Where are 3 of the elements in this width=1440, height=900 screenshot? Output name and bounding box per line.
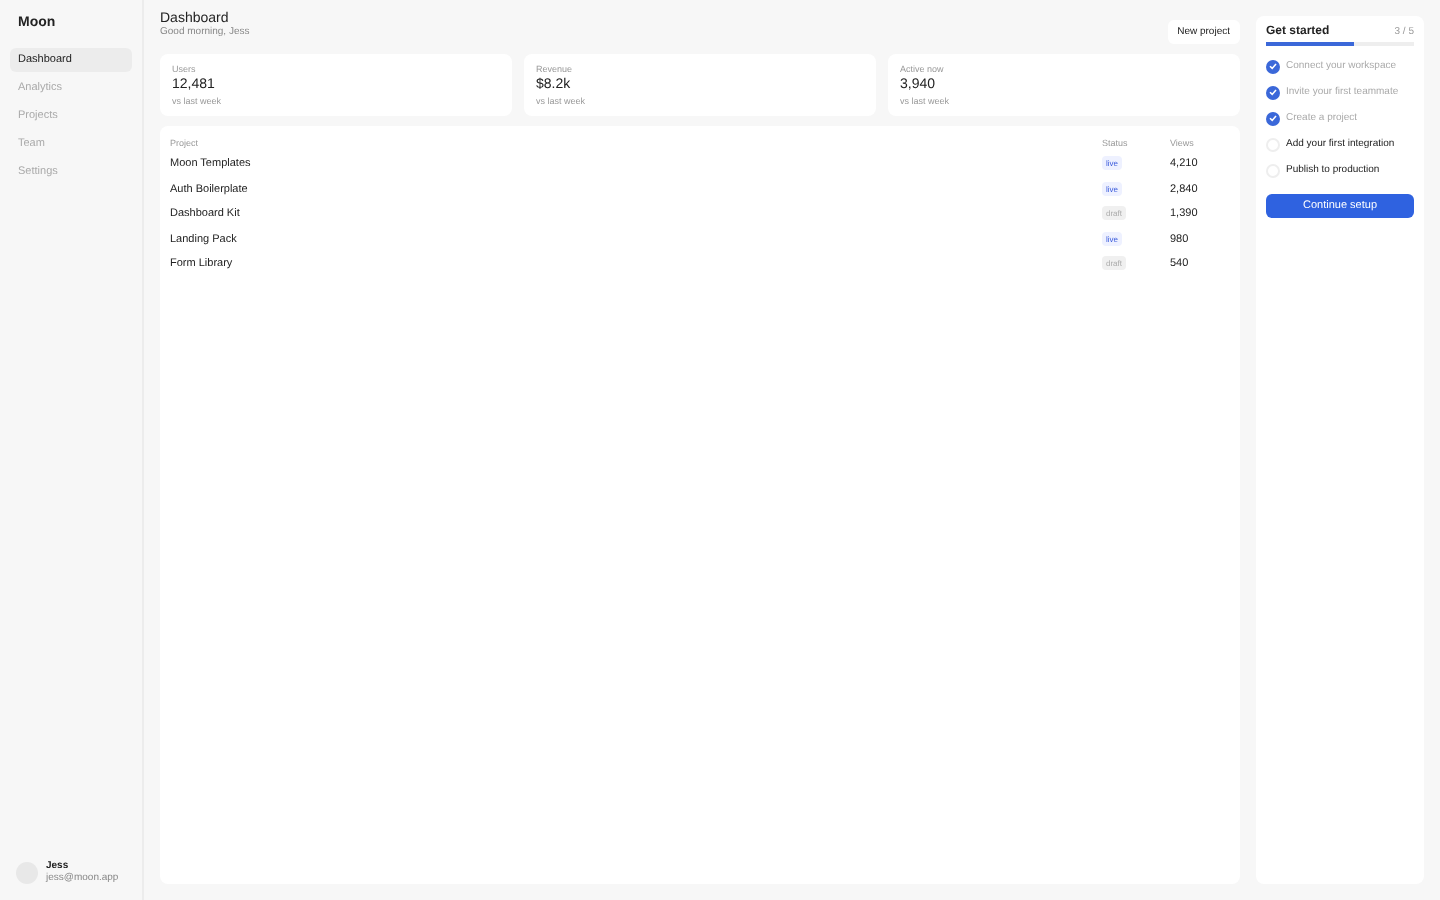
check-icon[interactable] (1266, 85, 1280, 99)
check-icon[interactable] (1266, 59, 1280, 73)
check-icon[interactable] (1266, 111, 1280, 125)
